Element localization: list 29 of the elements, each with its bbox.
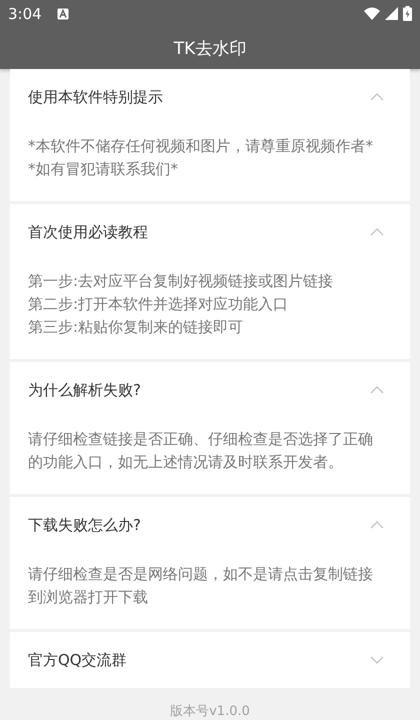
faq-header[interactable]: 首次使用必读教程 bbox=[10, 204, 410, 260]
chevron-down-icon[interactable] bbox=[370, 656, 384, 664]
faq-title: 下载失败怎么办? bbox=[28, 516, 141, 534]
faq-answer-text: 第二步:打开本软件并选择对应功能入口 bbox=[28, 294, 290, 315]
faq-answer-text: *本软件不储存任何视频和图片，请尊重原视频作者* bbox=[28, 136, 374, 157]
faq-header[interactable]: 使用本软件特别提示 bbox=[10, 69, 410, 125]
version-label: 版本号v1.0.0 bbox=[170, 703, 250, 720]
faq-answer-text: *如有冒犯请联系我们* bbox=[28, 159, 179, 180]
faq-title: 官方QQ交流群 bbox=[28, 650, 127, 670]
signal-icon bbox=[385, 7, 398, 20]
faq-answer-text: 请仔细检查是否是网络问题，如不是请点击复制链接到浏览器打开下载 bbox=[28, 564, 374, 608]
faq-title: 使用本软件特别提示 bbox=[28, 88, 163, 106]
chevron-up-icon[interactable] bbox=[370, 228, 384, 236]
chevron-up-icon[interactable] bbox=[370, 521, 384, 529]
faq-answer-text: 请仔细检查链接是否正确、仔细检查是否选择了正确的功能入口，如无上述情况请及时联系开发者。 bbox=[28, 429, 374, 473]
wifi-icon bbox=[364, 7, 380, 20]
faq-header[interactable]: 为什么解析失败? bbox=[10, 362, 410, 418]
faq-answer-text: 第一步:去对应平台复制好视频链接或图片链接 bbox=[28, 271, 334, 292]
faq-header[interactable]: 官方QQ交流群 bbox=[10, 632, 410, 688]
faq-answer-text: 第三步:粘贴你复制来的链接即可 bbox=[28, 317, 244, 338]
chevron-up-icon[interactable] bbox=[370, 93, 384, 101]
battery-icon bbox=[403, 6, 412, 22]
status-time: 3:04 bbox=[8, 4, 42, 23]
faq-title: 首次使用必读教程 bbox=[28, 222, 148, 242]
chevron-up-icon[interactable] bbox=[370, 386, 384, 394]
notification-icon bbox=[56, 8, 69, 20]
app-title: TK去水印 bbox=[174, 38, 246, 60]
faq-title: 为什么解析失败? bbox=[28, 380, 141, 400]
faq-header[interactable]: 下载失败怎么办? bbox=[10, 497, 410, 553]
